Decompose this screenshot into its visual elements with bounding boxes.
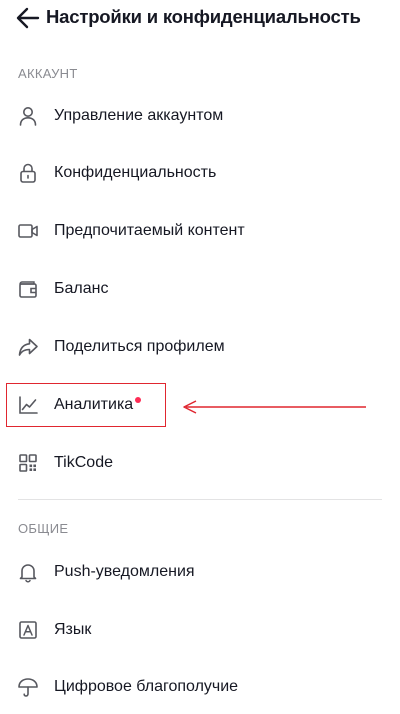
section-divider xyxy=(18,499,382,500)
umbrella-icon xyxy=(17,676,39,698)
menu-item-digital-wellbeing[interactable]: Цифровое благополучие xyxy=(0,665,400,709)
menu-item-label: Цифровое благополучие xyxy=(54,678,239,695)
page-title: Настройки и конфиденциальность xyxy=(46,6,361,27)
qr-code-icon xyxy=(17,452,39,474)
menu-item-label: Предпочитаемый контент xyxy=(54,222,245,239)
menu-item-label: Язык xyxy=(54,621,92,638)
menu-item-label: TikCode xyxy=(54,454,113,471)
menu-item-privacy[interactable]: Конфиденциальность xyxy=(0,151,400,195)
highlight-box xyxy=(6,383,166,427)
section-title-account: АККАУНТ xyxy=(18,66,78,81)
menu-item-language[interactable]: Язык xyxy=(0,608,400,652)
person-icon xyxy=(17,105,39,127)
menu-item-balance[interactable]: Баланс xyxy=(0,267,400,311)
language-icon xyxy=(17,619,39,641)
menu-item-label: Конфиденциальность xyxy=(54,164,217,181)
menu-item-tikcode[interactable]: TikCode xyxy=(0,441,400,485)
header: Настройки и конфиденциальность xyxy=(0,0,400,36)
wallet-icon xyxy=(17,278,39,300)
menu-item-label: Баланс xyxy=(54,280,109,297)
video-camera-icon xyxy=(17,220,39,242)
back-arrow-icon xyxy=(16,7,40,29)
menu-item-share-profile[interactable]: Поделиться профилем xyxy=(0,325,400,369)
menu-item-preferred-content[interactable]: Предпочитаемый контент xyxy=(0,209,400,253)
menu-item-label: Управление аккаунтом xyxy=(54,107,224,124)
menu-item-label: Push-уведомления xyxy=(54,563,195,580)
settings-screen: Настройки и конфиденциальность АККАУНТ У… xyxy=(0,0,400,714)
lock-icon xyxy=(17,162,39,184)
annotation-arrow xyxy=(180,397,368,417)
menu-item-label: Поделиться профилем xyxy=(54,338,225,355)
section-title-general: ОБЩИЕ xyxy=(18,521,69,536)
menu-item-manage-account[interactable]: Управление аккаунтом xyxy=(0,94,400,138)
menu-item-push-notifications[interactable]: Push-уведомления xyxy=(0,550,400,594)
bell-icon xyxy=(17,561,39,583)
share-arrow-icon xyxy=(17,336,39,358)
back-button[interactable] xyxy=(12,3,44,33)
